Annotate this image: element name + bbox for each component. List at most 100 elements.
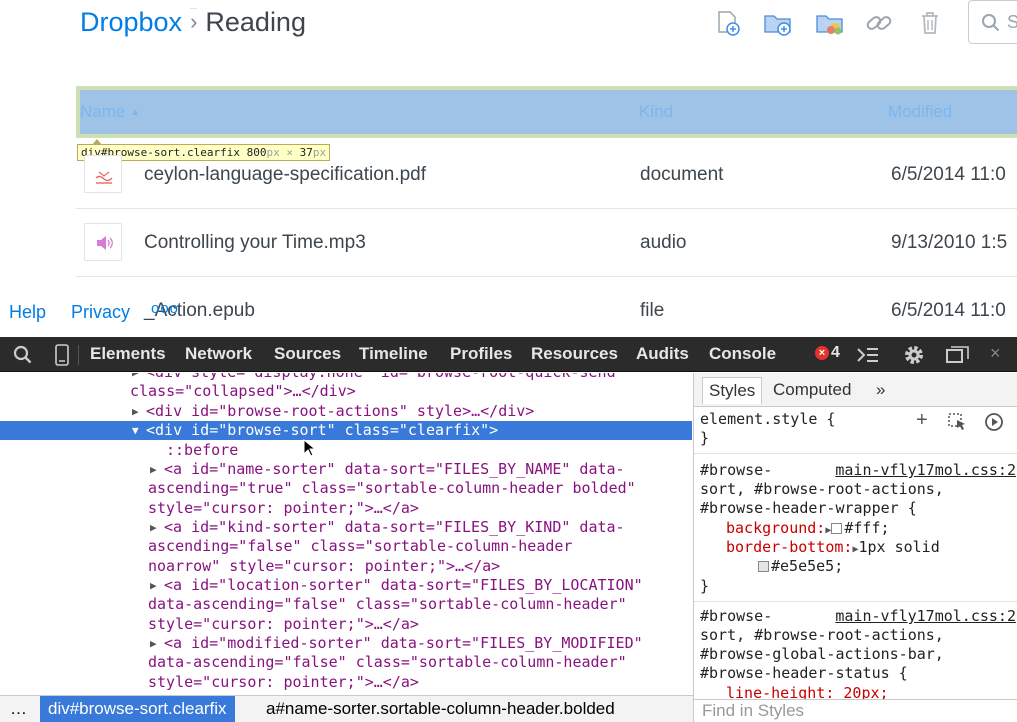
tab-elements[interactable]: Elements [90, 344, 166, 364]
color-swatch[interactable] [758, 561, 769, 572]
crumb-active[interactable]: div#browse-sort.clearfix [40, 696, 235, 722]
screenshot: Dropbox › Reading S Name ▲ Kind Modified di… [0, 0, 1017, 722]
dom-line[interactable]: ▶ <a id="kind-sorter" data-sort="FILES_BY… [150, 518, 692, 537]
crumb-ellipsis[interactable]: … [10, 699, 27, 719]
search-input[interactable]: S [1007, 12, 1017, 33]
dom-line[interactable]: style="cursor: pointer;">…</a> [148, 615, 692, 634]
dom-line[interactable]: style="cursor: pointer;">…</a> [148, 499, 692, 518]
dom-text: <div id="browse-sort" class="clearfix"> [146, 421, 499, 439]
rule1-prop-border-color[interactable]: #e5e5e5; [758, 557, 1017, 576]
breadcrumb-current: Reading [205, 7, 306, 37]
dom-line-selected[interactable]: ▼ <div id="browse-sort" class="clearfix"> [0, 421, 692, 440]
help-link[interactable]: Help [9, 302, 46, 323]
rule1-source-link[interactable]: main-vfly17mol.css:2 [835, 461, 1016, 480]
element-style-selector: element.style { [700, 410, 836, 428]
device-mode-icon[interactable] [55, 344, 69, 366]
dropbox-header: Dropbox › Reading S [0, 0, 1017, 80]
kind-column-header[interactable]: Kind [639, 102, 673, 122]
delete-button[interactable] [915, 8, 945, 38]
shared-folder-icon [816, 15, 843, 35]
more-tabs-icon[interactable]: » [876, 380, 885, 400]
dom-line[interactable]: style="cursor: pointer;">…</a> [148, 673, 692, 692]
rule-close-brace: } [700, 429, 710, 447]
share-link-button[interactable] [864, 8, 894, 38]
dom-line[interactable]: ▶ <a id="modified-sorter" data-sort="FILE… [150, 634, 692, 653]
dom-text: <a id="modified-sorter" data-sort="FILES… [164, 634, 643, 652]
file-row[interactable]: ceylon-language-specification.pdf docume… [76, 141, 1017, 209]
tab-profiles[interactable]: Profiles [450, 344, 512, 364]
dom-line[interactable]: noarrow" style="cursor: pointer;">…</a> [148, 557, 692, 576]
tab-sources[interactable]: Sources [274, 344, 341, 364]
property-value: #fff; [844, 519, 890, 537]
crumb-next[interactable]: a#name-sorter.sortable-column-header.bol… [266, 699, 615, 719]
modified-column-header[interactable]: Modified [888, 102, 952, 122]
rule2-selector-3: #browse-global-actions-bar, [700, 645, 944, 663]
tab-console[interactable]: Console [709, 344, 776, 364]
property-value: 1px solid [858, 538, 940, 556]
tab-resources[interactable]: Resources [531, 344, 618, 364]
breadcrumb-separator: › [190, 8, 198, 34]
dock-side-icon[interactable] [946, 346, 970, 364]
rule2-selector[interactable]: #browse-main-vfly17mol.css:2 [700, 607, 1017, 626]
dom-line[interactable]: ::before [166, 441, 692, 460]
tab-network[interactable]: Network [185, 344, 252, 364]
dom-text: <div style="display:none" id="browse-roo… [146, 373, 625, 381]
error-counter[interactable]: × 4 [815, 344, 840, 362]
dom-line[interactable]: ascending="true" class="sortable-column-… [148, 479, 692, 498]
file-row[interactable]: Controlling your Time.mp3 audio 9/13/201… [76, 209, 1017, 277]
color-swatch[interactable] [831, 523, 843, 534]
pdf-file-icon [84, 155, 122, 193]
dom-line[interactable]: ▶ <div id="browse-root-actions" style>…</… [132, 402, 692, 421]
rule-divider [694, 601, 1017, 602]
file-kind: audio [640, 232, 687, 253]
dom-line[interactable]: class="collapsed">…</div> [130, 382, 692, 401]
selector-text: #browse- [700, 607, 773, 625]
tab-timeline[interactable]: Timeline [359, 344, 428, 364]
rule1-selector[interactable]: #browse-main-vfly17mol.css:2 [700, 461, 1017, 480]
breadcrumb: Dropbox › Reading [80, 4, 306, 42]
styles-tabs: Styles Computed » [694, 373, 1017, 407]
dom-line[interactable]: ▶ <a id="location-sorter" data-sort="FILE… [150, 576, 692, 595]
footer: Help Privacy ooo [0, 296, 1017, 336]
rule-close-brace: } [700, 577, 710, 595]
dom-line[interactable]: data-ascending="false" class="sortable-c… [148, 595, 692, 614]
new-folder-button[interactable] [763, 8, 793, 38]
dom-text: <a id="name-sorter" data-sort="FILES_BY_… [164, 460, 625, 478]
dom-text: <a id="kind-sorter" data-sort="FILES_BY_… [164, 518, 625, 536]
file-modified: 9/13/2010 1:5 [891, 232, 1008, 253]
sort-ascending-icon: ▲ [130, 107, 141, 118]
breadcrumb-root-link[interactable]: Dropbox [80, 7, 182, 37]
dom-text: style="cursor: pointer;">…</a> [148, 673, 419, 691]
search-box[interactable]: S [968, 0, 1017, 44]
file-kind: document [640, 164, 724, 185]
audio-file-icon [84, 223, 122, 261]
rule2-source-link[interactable]: main-vfly17mol.css:2 [835, 607, 1016, 626]
rule2-selector-4: #browse-header-status { [700, 664, 908, 682]
mouse-cursor-icon [303, 439, 315, 457]
shared-folder-button[interactable] [815, 8, 845, 38]
privacy-link[interactable]: Privacy [71, 302, 130, 323]
error-count: 4 [831, 344, 840, 361]
devtools-toolbar: Elements Network Sources Timeline Profil… [0, 337, 1017, 372]
find-in-styles-input[interactable]: Find in Styles [694, 699, 1017, 722]
tab-styles[interactable]: Styles [702, 377, 763, 404]
dom-line[interactable]: data-ascending="false" class="sortable-c… [148, 653, 692, 672]
name-column-header[interactable]: Name ▲ [80, 102, 140, 122]
search-icon[interactable] [13, 345, 33, 365]
dom-text: <div id="browse-root-actions" style>…</d… [146, 402, 535, 420]
file-name[interactable]: ceylon-language-specification.pdf [144, 164, 426, 186]
dom-text: style="cursor: pointer;">…</a> [148, 615, 419, 633]
file-modified: 6/5/2014 11:0 [891, 164, 1006, 185]
dom-line[interactable]: ▶<div style="display:none" id="browse-ro… [132, 373, 692, 382]
gear-icon[interactable] [902, 343, 926, 367]
dom-line[interactable]: ascending="false" class="sortable-column… [148, 537, 692, 556]
tab-audits[interactable]: Audits [636, 344, 689, 364]
more-menu-icon[interactable]: ooo [151, 300, 179, 317]
close-icon[interactable]: × [990, 343, 1001, 364]
console-drawer-icon[interactable] [856, 346, 880, 364]
file-name[interactable]: Controlling your Time.mp3 [144, 232, 366, 254]
rule1-selector-3: #browse-header-wrapper { [700, 499, 917, 517]
tab-computed[interactable]: Computed [773, 380, 851, 400]
new-file-button[interactable] [713, 8, 743, 38]
dom-line[interactable]: ▶ <a id="name-sorter" data-sort="FILES_BY… [150, 460, 692, 479]
